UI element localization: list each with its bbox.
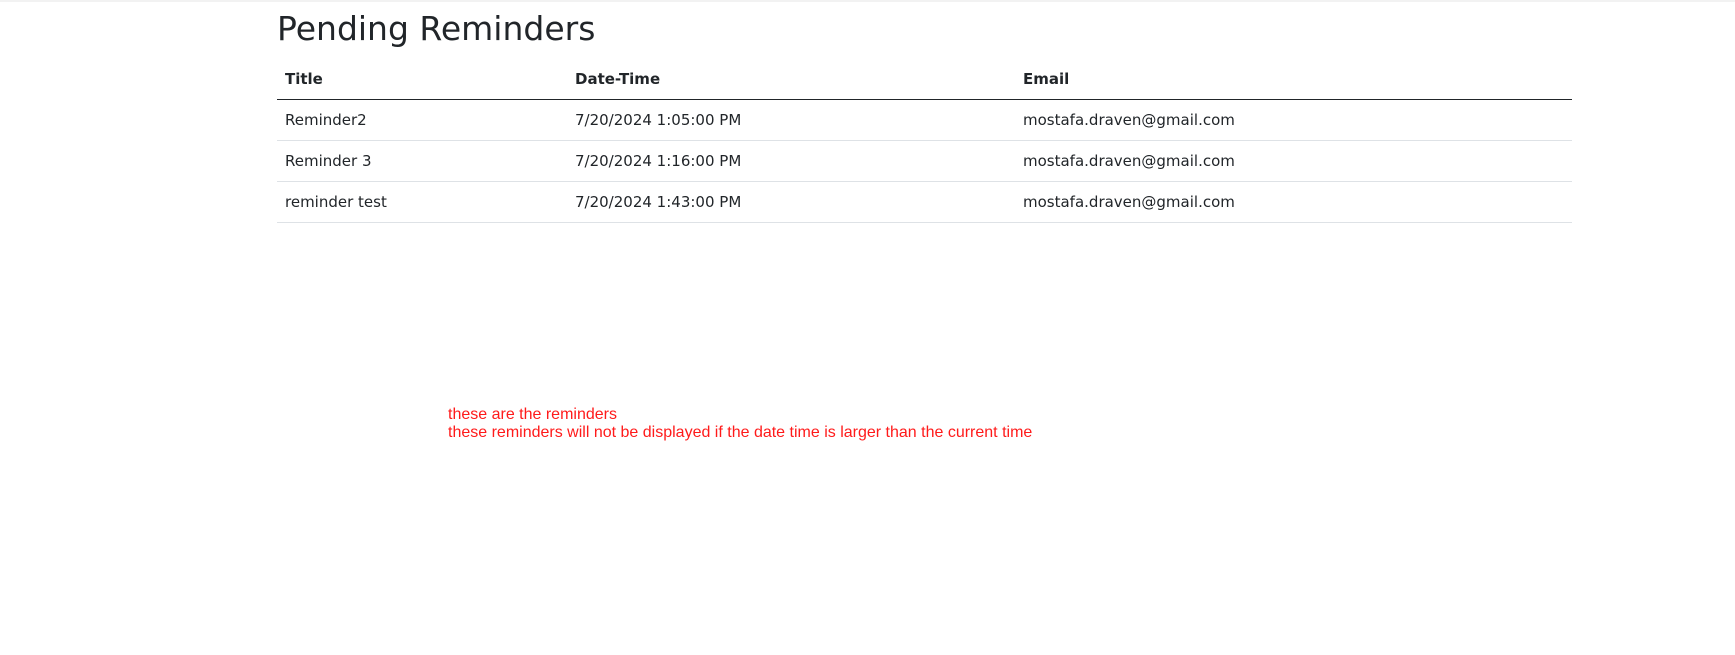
reminders-table: Title Date-Time Email Reminder2 7/20/202…: [277, 59, 1572, 223]
main-content: Pending Reminders Title Date-Time Email …: [277, 0, 1572, 223]
annotation-note: these are the reminders these reminders …: [448, 406, 1032, 442]
column-header-email: Email: [1015, 59, 1572, 100]
page-title: Pending Reminders: [277, 9, 596, 48]
table-row: Reminder 3 7/20/2024 1:16:00 PM mostafa.…: [277, 140, 1572, 182]
column-header-date-time: Date-Time: [567, 59, 1015, 100]
reminder-title-cell: reminder test: [277, 181, 567, 223]
reminder-datetime-cell: 7/20/2024 1:16:00 PM: [567, 140, 1015, 182]
reminder-datetime-cell: 7/20/2024 1:05:00 PM: [567, 99, 1015, 141]
reminder-title-cell: Reminder 3: [277, 140, 567, 182]
table-row: reminder test 7/20/2024 1:43:00 PM mosta…: [277, 181, 1572, 223]
reminder-email-cell: mostafa.draven@gmail.com: [1015, 181, 1572, 223]
header-row: Title Date-Time Email: [277, 59, 1572, 100]
reminder-email-cell: mostafa.draven@gmail.com: [1015, 140, 1572, 182]
table-body: Reminder2 7/20/2024 1:05:00 PM mostafa.d…: [277, 99, 1572, 223]
annotation-line-1: these are the reminders: [448, 406, 617, 423]
reminder-datetime-cell: 7/20/2024 1:43:00 PM: [567, 181, 1015, 223]
annotation-line-2: these reminders will not be displayed if…: [448, 424, 1033, 441]
column-header-title: Title: [277, 59, 567, 100]
reminder-email-cell: mostafa.draven@gmail.com: [1015, 99, 1572, 141]
table-header: Title Date-Time Email: [277, 59, 1572, 100]
table-row: Reminder2 7/20/2024 1:05:00 PM mostafa.d…: [277, 99, 1572, 141]
reminder-title-cell: Reminder2: [277, 99, 567, 141]
